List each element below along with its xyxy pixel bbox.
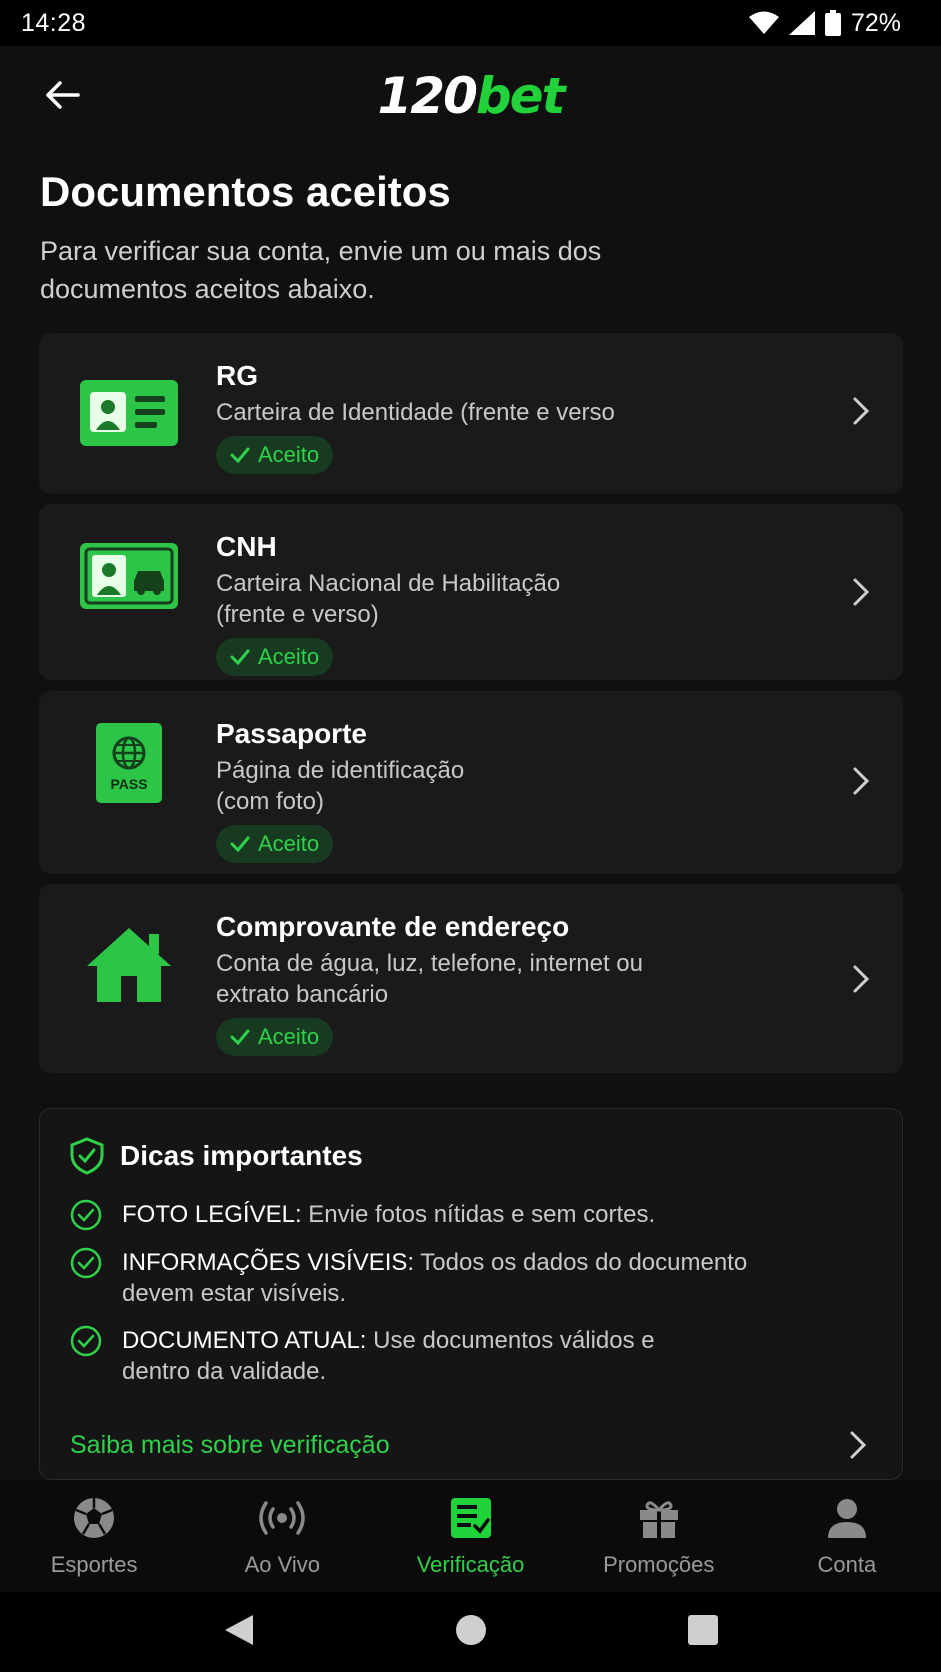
check-icon [230,447,250,463]
bottom-navigation: Esportes Ao Vivo Verificação Promoções C… [0,1480,941,1592]
document-description: Carteira de Identidade (frente e verso [216,399,615,426]
tip-label: INFORMAÇÕES VISÍVEIS: [122,1249,415,1276]
badge-label: Aceito [258,831,320,856]
chevron-right-icon [853,965,870,993]
document-card-cnh[interactable]: CNH Carteira Nacional de Habilitação (fr… [39,504,903,680]
status-badge: Aceito [216,1018,334,1056]
badge-label: Aceito [258,644,320,669]
chevron-right-icon [853,578,870,606]
document-card-rg[interactable]: RG Carteira de Identidade (frente e vers… [39,333,903,494]
system-home-button[interactable] [455,1614,487,1651]
battery-icon [824,10,841,36]
battery-percent: 72% [850,8,901,37]
check-icon [230,1029,250,1045]
tip-item: DOCUMENTO ATUAL: Use documentos válidos … [70,1325,870,1387]
user-icon [823,1494,871,1542]
document-text: Comprovante de endereço Conta de água, l… [216,910,776,1056]
document-text: CNH Carteira Nacional de Habilitação (fr… [216,530,776,676]
document-card-address-proof[interactable]: Comprovante de endereço Conta de água, l… [39,884,903,1073]
tips-title: Dicas importantes [120,1140,363,1171]
status-bar: 14:28 72% [0,0,941,46]
document-card-passport[interactable]: PASS Passaporte Página de identificação … [39,691,903,874]
app-header: 120bet [0,46,941,146]
tips-panel: Dicas importantes FOTO LEGÍVEL: Envie fo… [39,1108,903,1480]
document-title: Comprovante de endereço [216,911,570,942]
check-icon [230,649,250,665]
nav-label: Verificação [416,1552,525,1577]
square-recents-icon [687,1614,718,1645]
tip-description: Envie fotos nítidas e sem cortes. [308,1201,656,1228]
house-icon [79,914,179,1014]
triangle-back-icon [224,1614,253,1645]
tip-label: DOCUMENTO ATUAL: [122,1327,367,1354]
learn-more-link[interactable]: Saiba mais sobre verificação [70,1425,870,1465]
tip-item: INFORMAÇÕES VISÍVEIS: Todos os dados do … [70,1247,870,1309]
page-title: Documentos aceitos [40,168,451,215]
document-title: Passaporte [216,718,367,749]
tip-text: DOCUMENTO ATUAL: Use documentos válidos … [122,1325,682,1387]
nav-item-ao-vivo[interactable]: Ao Vivo [188,1480,376,1592]
nav-label: Esportes [50,1552,138,1577]
gift-icon [635,1494,683,1542]
tips-header: Dicas importantes [70,1137,363,1175]
nav-item-conta[interactable]: Conta [753,1480,941,1592]
status-indicators: 72% [748,8,901,38]
check-icon [230,836,250,852]
shield-check-icon [70,1137,104,1175]
check-circle-icon [70,1199,102,1231]
check-circle-icon [70,1247,102,1279]
document-description: Conta de água, luz, telefone, internet o… [216,950,643,1008]
id-card-icon [79,363,179,463]
nav-label: Conta [817,1552,877,1577]
logo-brand: bet [475,67,566,125]
status-time: 14:28 [21,8,87,37]
tip-text: INFORMAÇÕES VISÍVEIS: Todos os dados do … [122,1247,812,1309]
document-title: RG [216,360,258,391]
learn-more-label: Saiba mais sobre verificação [70,1430,390,1459]
system-back-button[interactable] [223,1613,255,1652]
nav-label: Promoções [603,1552,715,1577]
document-description: Página de identificação (com foto) [216,757,465,815]
logo-number: 120 [377,67,478,125]
document-title: CNH [216,531,277,562]
cell-signal-icon [788,11,815,35]
nav-item-promocoes[interactable]: Promoções [565,1480,753,1592]
check-circle-icon [70,1325,102,1357]
app-logo: 120bet [0,68,941,124]
chevron-right-icon [853,767,870,795]
badge-label: Aceito [258,1024,320,1049]
system-recents-button[interactable] [687,1614,719,1651]
document-text: Passaporte Página de identificação (com … [216,717,776,863]
status-badge: Aceito [216,638,334,676]
document-description: Carteira Nacional de Habilitação (frente… [216,570,561,628]
tip-text: FOTO LEGÍVEL: Envie fotos nítidas e sem … [122,1199,655,1231]
tip-item: FOTO LEGÍVEL: Envie fotos nítidas e sem … [70,1199,870,1231]
document-text: RG Carteira de Identidade (frente e vers… [216,359,776,474]
chevron-right-icon [850,1431,867,1459]
live-broadcast-icon [258,1494,306,1542]
driver-license-icon [79,526,179,626]
status-badge: Aceito [216,436,334,474]
wifi-icon [748,11,779,34]
badge-label: Aceito [258,442,320,467]
chevron-right-icon [853,397,870,425]
nav-item-esportes[interactable]: Esportes [0,1480,188,1592]
nav-item-verificacao[interactable]: Verificação [376,1480,564,1592]
circle-home-icon [455,1614,486,1645]
tip-label: FOTO LEGÍVEL: [122,1201,302,1228]
passport-icon-text: PASS [110,776,147,792]
soccer-ball-icon [70,1494,118,1542]
system-navigation-bar [0,1592,941,1672]
page-subtitle: Para verificar sua conta, envie um ou ma… [40,236,602,304]
verification-document-icon [447,1494,495,1542]
passport-icon: PASS [79,713,179,813]
status-badge: Aceito [216,825,334,863]
nav-label: Ao Vivo [244,1552,321,1577]
